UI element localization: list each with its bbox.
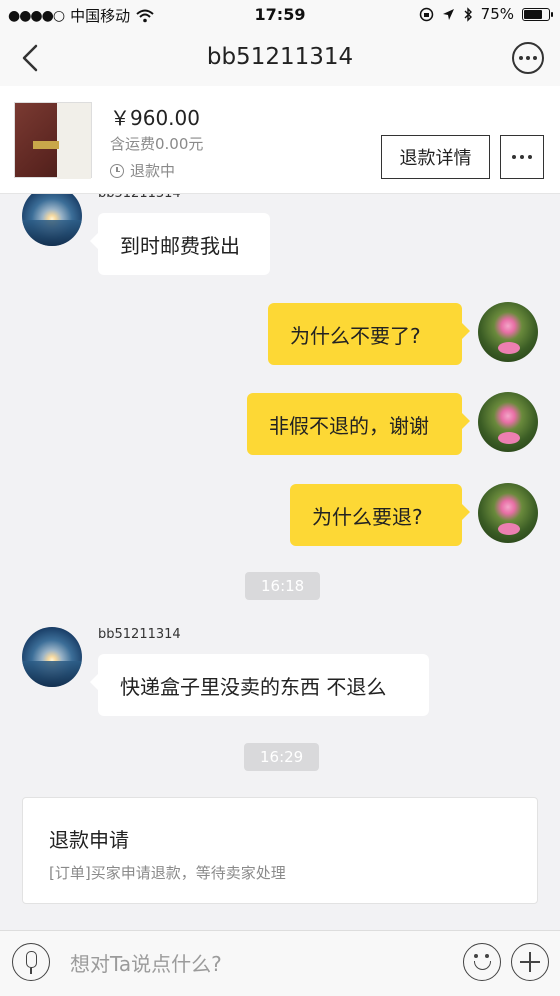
sender-name: bb51211314 bbox=[98, 627, 181, 642]
message-bubble-incoming[interactable]: 到时邮费我出 bbox=[90, 213, 270, 275]
dot-icon bbox=[533, 56, 537, 60]
sender-name: bb51211314 bbox=[98, 194, 181, 201]
card-more-button[interactable] bbox=[500, 135, 544, 179]
chat-area[interactable]: bb51211314 到时邮费我出 为什么不要了? 非假不退的，谢谢 为什么要退… bbox=[0, 194, 560, 930]
seller-avatar[interactable] bbox=[478, 302, 538, 362]
dot-icon bbox=[526, 56, 530, 60]
refund-card-description: [订单]买家申请退款，等待卖家处理 bbox=[49, 864, 286, 882]
input-bar bbox=[0, 930, 560, 996]
orientation-lock-icon bbox=[419, 7, 433, 21]
battery-icon bbox=[522, 7, 553, 21]
battery-fill bbox=[524, 9, 542, 19]
buyer-avatar[interactable] bbox=[22, 194, 82, 246]
page-title: bb51211314 bbox=[206, 44, 354, 70]
message-bubble-incoming[interactable]: 快递盒子里没卖的东西 不退么 bbox=[90, 654, 429, 716]
message-bubble-outgoing[interactable]: 为什么要退? bbox=[290, 484, 470, 546]
dot-icon bbox=[528, 155, 532, 159]
thumbnail-paper bbox=[57, 103, 91, 179]
product-price: ￥960.00 bbox=[110, 106, 200, 130]
order-status: 退款中 bbox=[110, 160, 175, 181]
seller-avatar[interactable] bbox=[478, 392, 538, 452]
message-bubble-outgoing[interactable]: 非假不退的，谢谢 bbox=[247, 393, 470, 455]
emoji-button[interactable] bbox=[463, 943, 501, 981]
seller-avatar[interactable] bbox=[478, 483, 538, 543]
more-options-button[interactable] bbox=[512, 42, 544, 74]
message-input[interactable] bbox=[70, 949, 430, 979]
order-status-label: 退款中 bbox=[130, 162, 176, 180]
dot-icon bbox=[512, 155, 516, 159]
add-attachment-button[interactable] bbox=[511, 943, 549, 981]
timestamp-chip: 16:29 bbox=[244, 743, 320, 771]
bluetooth-icon bbox=[464, 6, 472, 22]
nav-bar: bb51211314 bbox=[0, 30, 560, 86]
shipping-fee: 含运费0.00元 bbox=[110, 135, 204, 153]
product-card[interactable]: ￥960.00 含运费0.00元 退款中 退款详情 bbox=[0, 86, 560, 194]
thumbnail-label bbox=[33, 141, 59, 149]
refund-details-button[interactable]: 退款详情 bbox=[381, 135, 490, 179]
message-bubble-outgoing[interactable]: 为什么不要了? bbox=[268, 303, 470, 365]
battery-percent: 75% bbox=[480, 5, 514, 23]
location-icon bbox=[442, 8, 454, 20]
timestamp-chip: 16:18 bbox=[245, 572, 321, 600]
dot-icon bbox=[519, 56, 523, 60]
refund-card-title: 退款申请 bbox=[49, 828, 129, 852]
buyer-avatar[interactable] bbox=[22, 627, 82, 687]
dot-icon bbox=[520, 155, 524, 159]
voice-input-button[interactable] bbox=[12, 943, 50, 981]
status-bar: ●●●●○ 中国移动 17:59 75% bbox=[0, 0, 560, 30]
clock-icon bbox=[110, 163, 124, 178]
refund-request-card[interactable]: 退款申请 [订单]买家申请退款，等待卖家处理 bbox=[22, 797, 538, 904]
product-thumbnail[interactable] bbox=[14, 102, 92, 179]
